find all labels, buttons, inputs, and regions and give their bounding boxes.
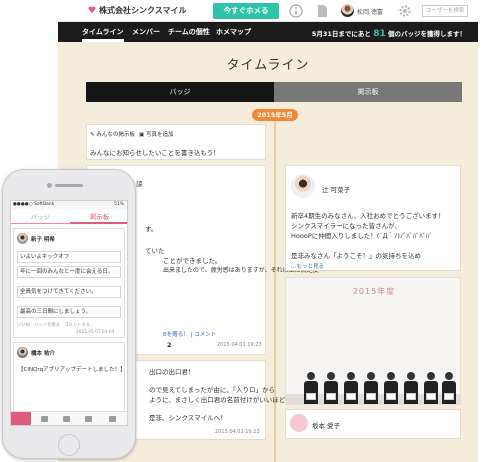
avatar[interactable]	[291, 174, 315, 198]
profile-icon[interactable]	[109, 416, 116, 422]
comment-text-line: ので見えてしまったが由に、「入りロ」から	[149, 386, 275, 394]
month-label: 2015年5月	[252, 109, 298, 121]
photo-person	[344, 372, 358, 404]
photo-person	[442, 372, 456, 404]
brand-name: 株式会社シンクスマイル	[99, 6, 187, 15]
comment-text-line: ように、まさしく出口君の名前付けがいいほどです。	[149, 396, 305, 404]
poster-name[interactable]: 橋本 祐介	[31, 349, 55, 357]
phone-tabs: バッジ 掲示板	[11, 210, 127, 224]
post-text-line: 新卒4期生のみなさん、入社おめでとうございます！	[291, 212, 445, 220]
phone-post: 橋本 祐介 【CINQrqアプリアップデートしました！】	[13, 342, 126, 412]
post-card: 辻 可菜子 新卒4期生のみなさん、入社おめでとうございます！ シンクスマイラーに…	[285, 165, 461, 271]
brand[interactable]: 株式会社シンクスマイル	[88, 5, 187, 16]
post-actions[interactable]: いいね バッジを贈る コメントする	[17, 322, 90, 328]
tabbar-home[interactable]	[11, 412, 31, 425]
badge-suffix: 個のバッジを獲得します！	[388, 30, 466, 38]
photo-person	[384, 372, 398, 404]
phone-tab-badges[interactable]: バッジ	[11, 210, 70, 224]
photo-title: 2015年度	[352, 287, 396, 296]
nav-item-members[interactable]: メンバー	[132, 27, 160, 37]
avatar[interactable]	[341, 4, 354, 17]
post-text-line: 是非みなさん「ようこそ！」の気持ちを込め	[291, 252, 421, 260]
post-card: 坂本 愛子	[285, 409, 461, 439]
badge-count: 81	[373, 29, 386, 39]
timeline-divider	[274, 110, 276, 462]
badge-icon[interactable]	[85, 416, 92, 422]
post-line: 最高の三日間にしましょう。	[17, 306, 121, 318]
gear-icon[interactable]	[398, 4, 412, 18]
post-line: 年に一回のみんなと一度に会える日。	[17, 266, 121, 278]
post-text-line: す。	[145, 225, 158, 233]
poster-name[interactable]: 坂本 愛子	[312, 420, 340, 430]
post-composer: ✎ みんなの掲示板 ▣ 写真を追加 みんなにお知らせしたいことを書き込もう！	[86, 124, 266, 160]
post-text-line: ことができました。	[163, 257, 222, 265]
comment-date: 2015.04.01 19:23	[215, 429, 260, 435]
speaker-icon	[55, 184, 83, 187]
nav-item-homemap[interactable]: ホメマップ	[216, 27, 251, 37]
top-bar: 株式会社シンクスマイル 今すぐホメる 松岡 徳富 ユーザーを検索	[58, 0, 478, 22]
composer-tab-photo[interactable]: ▣ 写真を追加	[139, 130, 173, 138]
photo-person	[304, 372, 318, 404]
tab-badges[interactable]: バッジ	[86, 82, 274, 102]
read-more-link[interactable]: …もっと見る	[291, 262, 324, 270]
comment-text-line: 出口の出口君！	[149, 368, 195, 376]
like-count: 2	[167, 341, 172, 349]
phone-mockup: ●●●●○ SoftBank 51% バッジ 掲示板 新子 明希 いよいよキック…	[2, 169, 136, 459]
document-icon[interactable]	[315, 4, 329, 18]
photo-person	[424, 372, 438, 404]
phone-tab-bar	[11, 411, 127, 425]
post-photo[interactable]: 2015年度	[285, 277, 461, 405]
composer-tab-photo-label: 写真を追加	[145, 132, 174, 138]
post-date: 2015.05.07 03:04	[76, 330, 115, 335]
badge-prefix: 5月31日までにあと	[311, 30, 371, 38]
nav-active-indicator	[82, 39, 124, 42]
carrier: ●●●●○ SoftBank	[13, 202, 55, 207]
nav-item-team[interactable]: チームの個性	[168, 27, 210, 37]
photo-person	[364, 372, 378, 404]
chat-icon[interactable]	[41, 416, 48, 422]
camera-icon	[47, 183, 52, 188]
logo-icon	[88, 6, 96, 14]
badge-counter: 5月31日までにあと 81 個のバッジを獲得します！	[312, 28, 466, 39]
composer-tab-board-label: みんなの掲示板	[96, 132, 135, 138]
home-button[interactable]	[58, 434, 80, 456]
post-text-line: シンクスマイラーになった皆さんが、	[291, 222, 401, 230]
composer-tab-board[interactable]: ✎ みんなの掲示板	[90, 130, 135, 138]
flower-icon	[290, 414, 308, 432]
photo-person	[324, 372, 338, 404]
comment-text-line: 是非、シンクスマイルへ！	[149, 414, 227, 422]
nav-bar: タイムライン メンバー チームの個性 ホメマップ 5月31日までにあと 81 個…	[58, 22, 478, 42]
post-line: 全員気をつけてきてください。	[17, 286, 121, 298]
phone-tab-board[interactable]: 掲示板	[70, 210, 127, 224]
tab-board[interactable]: 掲示板	[274, 82, 462, 102]
photo-person	[404, 372, 418, 404]
phone-post: 新子 明希 いよいよキックオフ 年に一回のみんなと一度に会える日。 全員気をつけ…	[13, 228, 125, 338]
search-input[interactable]: ユーザーを検索	[422, 5, 468, 17]
page-title: タイムライン	[226, 58, 310, 73]
status-bar: ●●●●○ SoftBank 51%	[11, 201, 127, 210]
post-text-line: HoooPに仲間入りしました！(´Д｀ﾉ)ﾉﾞﾊﾞﾊﾞﾊﾞﾊﾞ	[291, 232, 433, 240]
post-text: 【CINQrqアプリアップデートしました！】	[18, 367, 126, 373]
nav-item-timeline[interactable]: タイムライン	[82, 27, 124, 37]
battery: 51%	[113, 202, 124, 207]
avatar[interactable]	[17, 347, 28, 358]
team-icon[interactable]	[63, 416, 70, 422]
poster-name[interactable]: 辻 可菜子	[322, 184, 350, 194]
praise-now-button[interactable]: 今すぐホメる	[213, 3, 279, 19]
poster-name[interactable]: 新子 明希	[31, 235, 55, 243]
post-line: いよいよキックオフ	[17, 251, 121, 263]
post-date: 2015.04.01 19:23	[217, 342, 262, 348]
phone-screen: ●●●●○ SoftBank 51% バッジ 掲示板 新子 明希 いよいよキック…	[10, 200, 128, 426]
post-text-line: ていた	[145, 247, 165, 255]
post-actions[interactable]: Bを贈る！ | コメント	[163, 330, 216, 338]
avatar[interactable]	[17, 233, 28, 244]
info-icon[interactable]	[289, 4, 303, 18]
user-name[interactable]: 松岡 徳富	[357, 7, 383, 16]
composer-input[interactable]: みんなにお知らせしたいことを書き込もう！	[90, 147, 220, 157]
